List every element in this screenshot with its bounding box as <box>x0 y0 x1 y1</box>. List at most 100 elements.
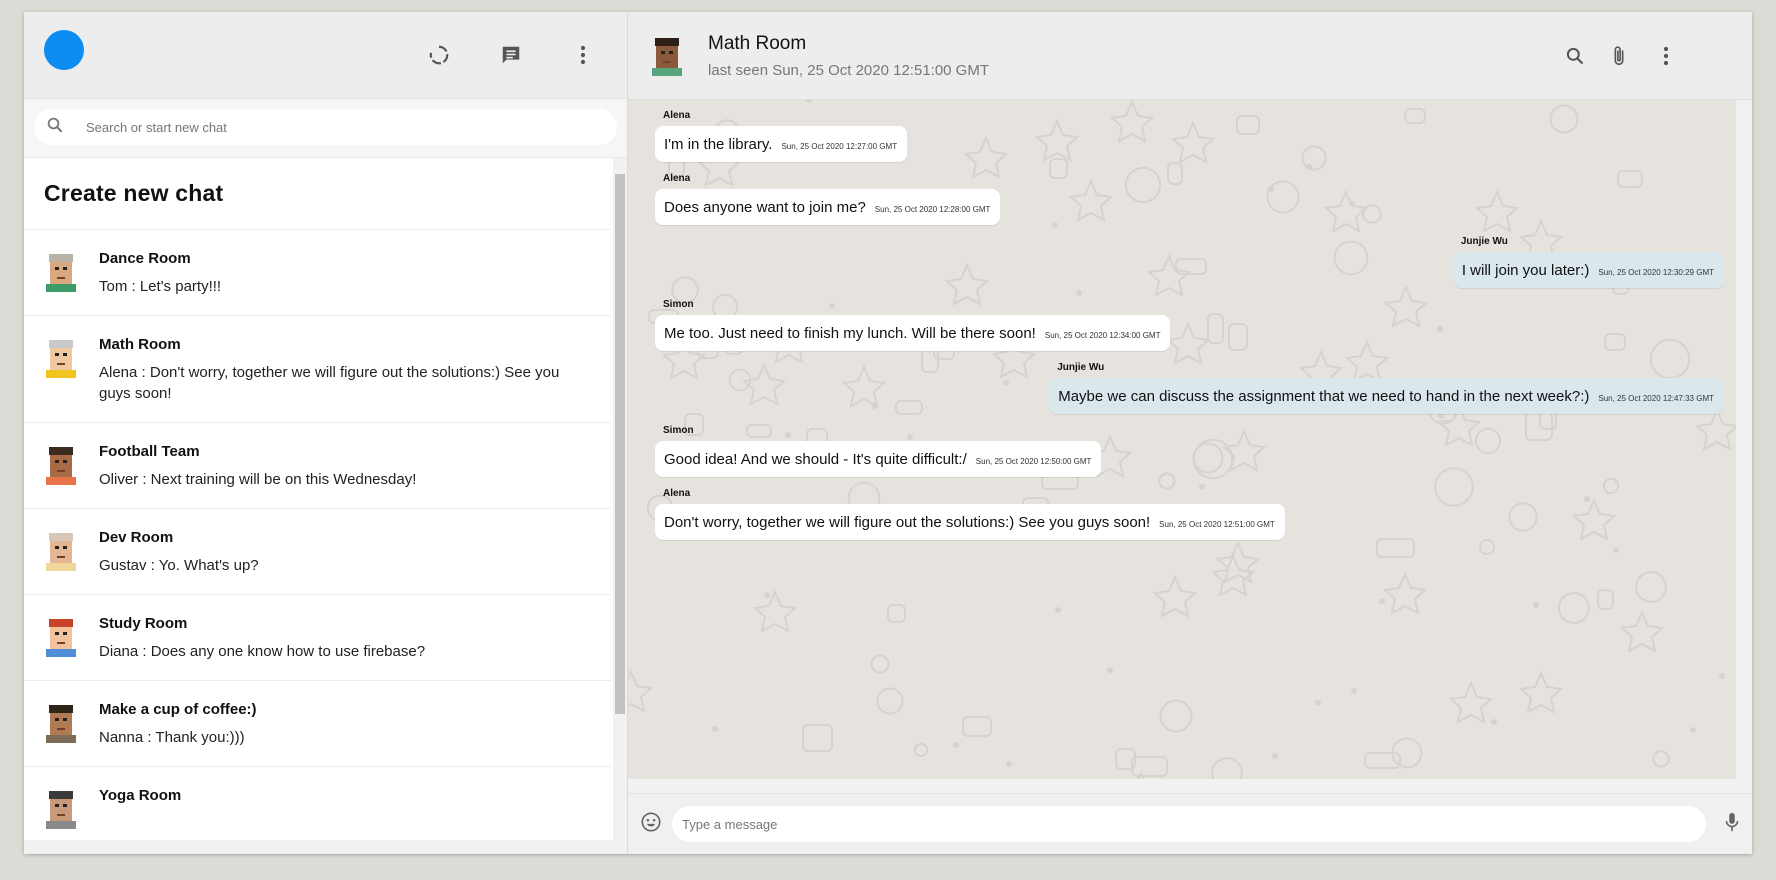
chat-pane: Math Room last seen Sun, 25 Oct 2020 12:… <box>628 12 1752 854</box>
search-bar <box>24 99 627 158</box>
message-text: Don't worry, together we will figure out… <box>664 514 1151 531</box>
message-row: Alena I'm in the library. Sun, 25 Oct 2020… <box>628 110 1752 173</box>
chat-last-seen: last seen Sun, 25 Oct 2020 12:51:00 GMT <box>708 61 990 79</box>
message-bubble: I'm in the library. Sun, 25 Oct 2020 12:2… <box>655 126 908 162</box>
avatar <box>46 705 76 743</box>
message-row: Junjie Wu I will join you later:) Sun, 25 … <box>628 236 1752 299</box>
message-sender: Alena <box>663 110 691 121</box>
search-box <box>34 109 617 145</box>
message-area: Alena I'm in the library. Sun, 25 Oct 2020… <box>628 100 1752 793</box>
new-chat-icon[interactable] <box>498 42 524 68</box>
message-bubble: Does anyone want to join me? Sun, 25 Oct … <box>655 189 1001 225</box>
chat-last-message: Alena : Don't worry, together we will fi… <box>99 364 560 402</box>
message-sender: Simon <box>663 425 694 436</box>
message-bubble: Me too. Just need to finish my lunch. Wi… <box>655 315 1171 351</box>
message-bubble: Don't worry, together we will figure out… <box>655 504 1285 540</box>
outgoing-message[interactable]: Junjie Wu Maybe we can discuss the assign… <box>1049 362 1724 414</box>
chat-name: Yoga Room <box>99 787 182 804</box>
message-row: Alena Don't worry, together we will figur… <box>628 488 1752 551</box>
incoming-message[interactable]: Simon Me too. Just need to finish my lunc… <box>655 299 1171 351</box>
search-icon[interactable] <box>1562 43 1588 69</box>
avatar <box>46 447 76 485</box>
message-timestamp: Sun, 25 Oct 2020 12:28:00 GMT <box>874 205 991 214</box>
chat-name: Study Room <box>99 615 188 632</box>
chat-list-item[interactable]: Yoga Room <box>24 767 611 848</box>
chat-header: Math Room last seen Sun, 25 Oct 2020 12:… <box>628 12 1752 100</box>
message-timestamp: Sun, 25 Oct 2020 12:50:00 GMT <box>975 457 1092 466</box>
message-sender: Junjie Wu <box>1057 362 1105 373</box>
chat-scrollbar[interactable] <box>1736 100 1752 793</box>
message-row: Alena Does anyone want to join me? Sun, 25… <box>628 173 1752 236</box>
room-avatar[interactable] <box>650 36 684 76</box>
avatar <box>46 533 76 571</box>
message-timestamp: Sun, 25 Oct 2020 12:47:33 GMT <box>1598 394 1714 403</box>
message-text: Me too. Just need to finish my lunch. Wi… <box>664 325 1036 342</box>
emoji-icon[interactable] <box>640 811 662 838</box>
message-row: Junjie Wu Maybe we can discuss the assign… <box>628 362 1752 425</box>
chat-list-item[interactable]: Dance Room Tom : Let's party!!! <box>24 230 611 316</box>
create-new-chat-title[interactable]: Create new chat <box>24 158 611 230</box>
app-window: Create new chat Dance Room Tom : Let's pa… <box>24 12 1752 854</box>
sidebar-horizontal-scrollbar[interactable] <box>24 840 614 854</box>
message-timestamp: Sun, 25 Oct 2020 12:51:00 GMT <box>1159 520 1275 529</box>
attach-icon[interactable] <box>1606 43 1632 69</box>
compose-bar <box>628 793 1752 854</box>
sidebar-scrollbar[interactable] <box>613 158 627 854</box>
chat-last-message: Diana : Does any one know how to use fir… <box>99 643 426 660</box>
incoming-message[interactable]: Alena Does anyone want to join me? Sun, 25… <box>655 173 1001 225</box>
incoming-message[interactable]: Alena I'm in the library. Sun, 25 Oct 2020… <box>655 110 908 162</box>
message-input[interactable] <box>672 806 1706 842</box>
message-sender: Simon <box>663 299 694 310</box>
chat-name: Dance Room <box>99 250 191 267</box>
message-timestamp: Sun, 25 Oct 2020 12:34:00 GMT <box>1044 331 1161 340</box>
sidebar: Create new chat Dance Room Tom : Let's pa… <box>24 12 628 854</box>
message-bubble: Good idea! And we should - It's quite di… <box>655 441 1102 477</box>
avatar <box>46 340 76 378</box>
chat-horizontal-scrollbar[interactable] <box>628 779 1752 793</box>
message-sender: Alena <box>663 173 691 184</box>
menu-icon[interactable] <box>570 42 596 68</box>
message-text: I will join you later:) <box>1461 262 1590 279</box>
message-row: Simon Me too. Just need to finish my lunc… <box>628 299 1752 362</box>
message-row: Simon Good idea! And we should - It's qui… <box>628 425 1752 488</box>
message-timestamp: Sun, 25 Oct 2020 12:30:29 GMT <box>1598 268 1714 277</box>
chat-list: Create new chat Dance Room Tom : Let's pa… <box>24 158 627 854</box>
chat-list-item[interactable]: Math Room Alena : Don't worry, together w… <box>24 316 611 423</box>
chat-name: Dev Room <box>99 529 174 546</box>
message-text: Good idea! And we should - It's quite di… <box>664 451 967 468</box>
message-sender: Junjie Wu <box>1460 236 1508 247</box>
message-text: Does anyone want to join me? <box>664 199 866 216</box>
incoming-message[interactable]: Alena Don't worry, together we will figur… <box>655 488 1285 540</box>
menu-icon[interactable] <box>1653 43 1679 69</box>
chat-last-message: Tom : Let's party!!! <box>99 278 222 295</box>
search-input[interactable] <box>86 119 586 135</box>
message-timestamp: Sun, 25 Oct 2020 12:27:00 GMT <box>781 142 898 151</box>
avatar <box>46 254 76 292</box>
chat-name: Math Room <box>99 336 181 353</box>
message-text: I'm in the library. <box>664 136 773 153</box>
incoming-message[interactable]: Simon Good idea! And we should - It's qui… <box>655 425 1102 477</box>
chat-last-message: Nanna : Thank you:))) <box>99 729 245 746</box>
my-avatar[interactable] <box>44 30 84 70</box>
outgoing-message[interactable]: Junjie Wu I will join you later:) Sun, 25 … <box>1452 236 1724 288</box>
chat-list-item[interactable]: Football Team Oliver : Next training will… <box>24 423 611 509</box>
avatar <box>46 791 76 829</box>
sidebar-scrollbar-thumb[interactable] <box>615 174 625 714</box>
sidebar-header <box>24 12 627 99</box>
status-icon[interactable] <box>426 42 452 68</box>
chat-list-item[interactable]: Study Room Diana : Does any one know how … <box>24 595 611 681</box>
chat-list-item[interactable]: Make a cup of coffee:) Nanna : Thank you:… <box>24 681 611 767</box>
message-bubble: I will join you later:) Sun, 25 Oct 2020 … <box>1452 252 1724 288</box>
chat-name: Football Team <box>99 443 200 460</box>
message-text: Maybe we can discuss the assignment that… <box>1058 388 1590 405</box>
mic-icon[interactable] <box>1724 811 1740 838</box>
message-sender: Alena <box>663 488 691 499</box>
avatar <box>46 619 76 657</box>
chat-list-item[interactable]: Dev Room Gustav : Yo. What's up? <box>24 509 611 595</box>
search-icon[interactable] <box>46 116 64 139</box>
chat-last-message: Oliver : Next training will be on this W… <box>99 471 417 488</box>
chat-title: Math Room <box>708 32 807 54</box>
chat-name: Make a cup of coffee:) <box>99 701 257 718</box>
chat-last-message: Gustav : Yo. What's up? <box>99 557 259 574</box>
message-bubble: Maybe we can discuss the assignment that… <box>1049 378 1724 414</box>
